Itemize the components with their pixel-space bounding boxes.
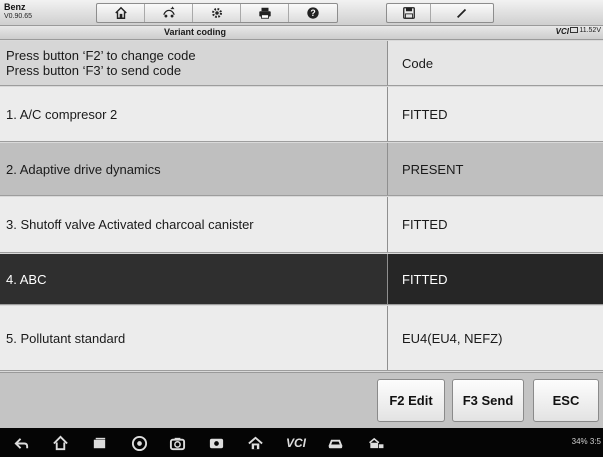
brand-name: Benz — [4, 2, 26, 12]
toolbar-help-button[interactable]: ? — [289, 4, 337, 22]
row-value: EU4(EU4, NEFZ) — [388, 306, 603, 370]
page-title: Variant coding — [163, 27, 226, 37]
row-label: 1. A/C compresor 2 — [0, 87, 388, 141]
battery-icon — [570, 27, 579, 33]
toolbar-home-button[interactable] — [97, 4, 145, 22]
table-row-selected[interactable]: 4. ABC FITTED — [0, 254, 603, 305]
nav-screen-record-button[interactable] — [207, 434, 225, 452]
row-value: PRESENT — [388, 143, 603, 195]
toolbar-save-button[interactable] — [387, 4, 431, 22]
table-row[interactable]: 2. Adaptive drive dynamics PRESENT — [0, 143, 603, 196]
svg-text:?: ? — [310, 8, 315, 18]
back-icon — [13, 437, 28, 449]
car-icon — [327, 439, 343, 448]
row-value: FITTED — [388, 254, 603, 304]
nav-back-button[interactable] — [12, 434, 30, 452]
recents-icon — [93, 437, 105, 448]
toolbar-edit-button[interactable] — [431, 4, 493, 22]
row-value: FITTED — [388, 197, 603, 252]
brand-block: Benz V0.90.65 — [4, 2, 32, 22]
f2-edit-button[interactable]: F2 Edit — [377, 379, 445, 422]
screen-record-icon — [209, 438, 223, 448]
row-label: 2. Adaptive drive dynamics — [0, 143, 388, 195]
edit-icon — [457, 8, 467, 18]
browser-icon — [131, 435, 147, 451]
shop-icon — [368, 437, 383, 448]
table-row[interactable]: 5. Pollutant standard EU4(EU4, NEFZ) — [0, 306, 603, 371]
instruction-line-2: Press button ‘F3’ to send code — [6, 63, 182, 78]
function-button-bar: F2 Edit F3 Send ESC — [0, 372, 603, 428]
home-icon — [52, 435, 68, 450]
table-header-row: Press button ‘F2’ to change code Press b… — [0, 41, 603, 86]
nav-recents-button[interactable] — [90, 434, 108, 452]
esc-button[interactable]: ESC — [533, 379, 599, 422]
save-icon — [402, 7, 415, 19]
nav-camera-button[interactable] — [168, 434, 186, 452]
row-label: 3. Shutoff valve Activated charcoal cani… — [0, 197, 388, 252]
nav-car-button[interactable] — [326, 434, 344, 452]
toolbar-settings-button[interactable] — [193, 4, 241, 22]
row-label: 5. Pollutant standard — [0, 306, 388, 370]
settings-icon — [211, 8, 222, 18]
battery-voltage: 11.52V — [570, 27, 601, 34]
nav-maxisys-button[interactable] — [246, 434, 264, 452]
software-version: V0.90.65 — [4, 13, 33, 20]
nav-browser-button[interactable] — [130, 434, 148, 452]
top-toolbar: Benz V0.90.65 ? — [0, 0, 603, 26]
toolbar-file-group — [386, 3, 494, 23]
toolbar-print-button[interactable] — [241, 4, 289, 22]
row-label: 4. ABC — [0, 254, 388, 304]
status-area: 34% 3:5 — [572, 437, 601, 446]
table-row[interactable]: 3. Shutoff valve Activated charcoal cani… — [0, 197, 603, 253]
code-column-header: Code — [388, 41, 603, 85]
status-text: 34% 3:5 — [571, 437, 601, 446]
f3-send-button[interactable]: F3 Send — [452, 379, 524, 422]
toolbar-main-group: ? — [96, 3, 338, 23]
nav-vci-button[interactable]: VCI — [283, 434, 309, 452]
home-icon — [114, 6, 127, 19]
row-value: FITTED — [388, 87, 603, 141]
voltage-value: 11.52V — [579, 27, 601, 34]
print-icon — [258, 7, 271, 19]
nav-shop-button[interactable] — [365, 434, 387, 452]
instruction-cell: Press button ‘F2’ to change code Press b… — [0, 41, 388, 85]
maxisys-icon — [247, 436, 263, 449]
system-navigation-bar: VCI 34% 3:5 — [0, 428, 603, 457]
table-row[interactable]: 1. A/C compresor 2 FITTED — [0, 87, 603, 142]
instruction-line-1: Press button ‘F2’ to change code — [6, 48, 196, 63]
vci-indicator: VCI — [555, 27, 569, 36]
toolbar-vehicle-swap-button[interactable] — [145, 4, 193, 22]
vci-icon: VCI — [285, 436, 306, 450]
vehicle-swap-icon — [162, 6, 175, 18]
help-icon: ? — [307, 7, 319, 19]
page-subheader: Variant coding VCI 11.52V — [0, 26, 603, 40]
nav-home-button[interactable] — [51, 434, 69, 452]
camera-icon — [169, 437, 185, 450]
